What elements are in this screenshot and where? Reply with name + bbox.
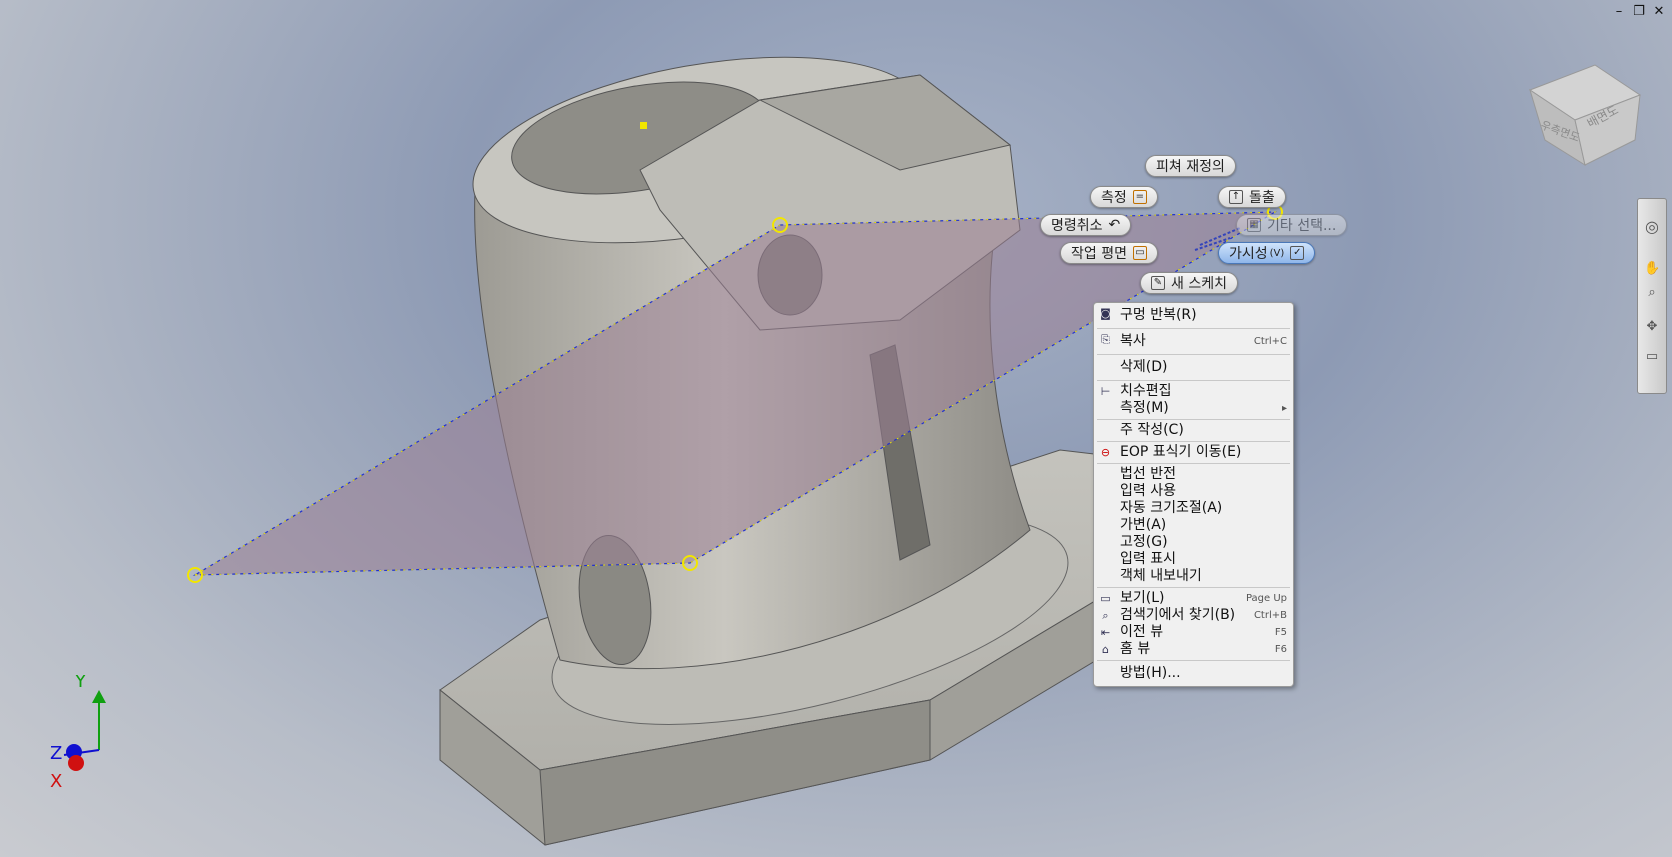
close-button[interactable]: ✕ <box>1652 4 1666 19</box>
new-sketch-button[interactable]: ✎ 새 스케치 <box>1140 272 1238 294</box>
measure-label: 측정 <box>1101 190 1127 206</box>
eop-marker-icon: ⊖ <box>1100 446 1111 459</box>
view-icon: ▭ <box>1100 592 1111 605</box>
menu-item-edit-dimension[interactable]: ⊢ 치수편집 <box>1094 383 1293 400</box>
visibility-label: 가시성 <box>1229 246 1268 262</box>
menu-item-auto-resize[interactable]: 자동 크기조절(A) <box>1094 500 1293 517</box>
checkbox-icon: ✓ <box>1290 246 1305 260</box>
new-sketch-label: 새 스케치 <box>1171 276 1227 292</box>
find-in-browser-icon: ⌕ <box>1102 609 1109 622</box>
work-plane-button[interactable]: 작업 평면 ▭ <box>1060 242 1158 264</box>
menu-item-measure[interactable]: 측정(M) ▸ <box>1094 400 1293 417</box>
measure-button[interactable]: 측정 = <box>1090 186 1158 208</box>
menu-item-delete[interactable]: 삭제(D) <box>1094 357 1293 378</box>
select-other-button[interactable]: ▦ 기타 선택... <box>1236 214 1348 236</box>
y-axis-label: Y <box>74 675 87 692</box>
menu-item-home-view[interactable]: ⌂ 홈 뷰 F6 <box>1094 641 1293 658</box>
viewcube[interactable]: 우측면도 배면도 <box>1528 64 1642 167</box>
minimize-button[interactable]: – <box>1612 4 1626 19</box>
work-plane-label: 작업 평면 <box>1071 246 1127 262</box>
visibility-button[interactable]: 가시성 (V) ✓ <box>1218 242 1316 264</box>
view-face-icon[interactable]: ▭ <box>1644 349 1660 365</box>
copy-icon: ⎘ <box>1101 333 1110 346</box>
model-canvas[interactable]: 우측면도 배면도 <box>0 0 1672 857</box>
menu-item-copy[interactable]: ⎘ 복사 Ctrl+C <box>1094 331 1293 352</box>
window-controls: – ❐ ✕ <box>1612 4 1666 19</box>
menu-item-export-object[interactable]: 객체 내보내기 <box>1094 568 1293 585</box>
restore-button[interactable]: ❐ <box>1632 4 1646 19</box>
menu-item-find-in-browser[interactable]: ⌕ 검색기에서 찾기(B) Ctrl+B <box>1094 607 1293 624</box>
menu-item-adaptive[interactable]: 가변(A) <box>1094 517 1293 534</box>
previous-view-icon: ⇤ <box>1100 626 1111 639</box>
redefine-feature-button[interactable]: 피쳐 재정의 <box>1145 155 1236 177</box>
home-view-icon: ⌂ <box>1102 643 1109 656</box>
menu-separator <box>1097 419 1290 420</box>
pan-icon[interactable]: ✋ <box>1644 261 1660 277</box>
x-axis-label: X <box>50 771 62 790</box>
menu-item-repeat-hole[interactable]: ◙ 구멍 반복(R) <box>1094 305 1293 326</box>
context-menu: ◙ 구멍 반복(R) ⎘ 복사 Ctrl+C 삭제(D) ⊢ 치수편집 측정(M) ▸ 주… <box>1093 302 1294 687</box>
select-other-label: 기타 선택... <box>1267 218 1337 234</box>
center-point <box>640 122 647 129</box>
visibility-shortcut: (V) <box>1269 247 1285 259</box>
edit-dimension-icon: ⊢ <box>1100 385 1111 398</box>
menu-separator <box>1097 660 1290 661</box>
zoom-icon[interactable]: ⌕ <box>1644 285 1660 301</box>
menu-item-grounded[interactable]: 고정(G) <box>1094 534 1293 551</box>
axis-triad: Y Z X <box>50 675 106 790</box>
extrude-label: 돌출 <box>1249 190 1275 206</box>
menu-separator <box>1097 587 1290 588</box>
menu-item-show-input[interactable]: 입력 표시 <box>1094 551 1293 568</box>
redefine-feature-label: 피쳐 재정의 <box>1156 159 1225 175</box>
extrude-icon: ↑ <box>1229 190 1243 204</box>
menu-item-create-note[interactable]: 주 작성(C) <box>1094 422 1293 439</box>
menu-separator <box>1097 463 1290 464</box>
menu-separator <box>1097 441 1290 442</box>
undo-icon: ↶ <box>1108 217 1121 233</box>
sketch-icon: ✎ <box>1151 276 1165 290</box>
cancel-command-label: 명령취소 <box>1051 218 1103 234</box>
menu-item-move-eop[interactable]: ⊖ EOP 표식기 이동(E) <box>1094 444 1293 461</box>
submenu-arrow-icon: ▸ <box>1281 403 1287 414</box>
menu-item-use-input[interactable]: 입력 사용 <box>1094 483 1293 500</box>
navigation-bar: ◎ ✋ ⌕ ✥ ▭ <box>1637 198 1667 394</box>
cancel-command-button[interactable]: 명령취소 ↶ <box>1040 214 1132 236</box>
menu-separator <box>1097 354 1290 355</box>
orbit-icon[interactable]: ✥ <box>1644 319 1660 335</box>
extrude-button[interactable]: ↑ 돌출 <box>1218 186 1286 208</box>
menu-item-previous-view[interactable]: ⇤ 이전 뷰 F5 <box>1094 624 1293 641</box>
select-other-icon: ▦ <box>1247 218 1261 232</box>
menu-separator <box>1097 328 1290 329</box>
steering-wheel-icon[interactable]: ◎ <box>1644 219 1660 235</box>
z-axis-label: Z <box>50 743 62 764</box>
menu-item-how-to[interactable]: 방법(H)... <box>1094 663 1293 684</box>
menu-item-flip-normal[interactable]: 법선 반전 <box>1094 466 1293 483</box>
menu-item-view[interactable]: ▭ 보기(L) Page Up <box>1094 590 1293 607</box>
ruler-icon: = <box>1132 190 1147 204</box>
graphics-window[interactable]: 우측면도 배면도 – ❐ ✕ 피쳐 재정의 측정 = ↑ 돌출 명령취소 ↶ ▦… <box>0 0 1672 857</box>
work-plane-icon: ▭ <box>1132 246 1147 260</box>
repeat-hole-icon: ◙ <box>1100 307 1111 320</box>
menu-separator <box>1097 380 1290 381</box>
